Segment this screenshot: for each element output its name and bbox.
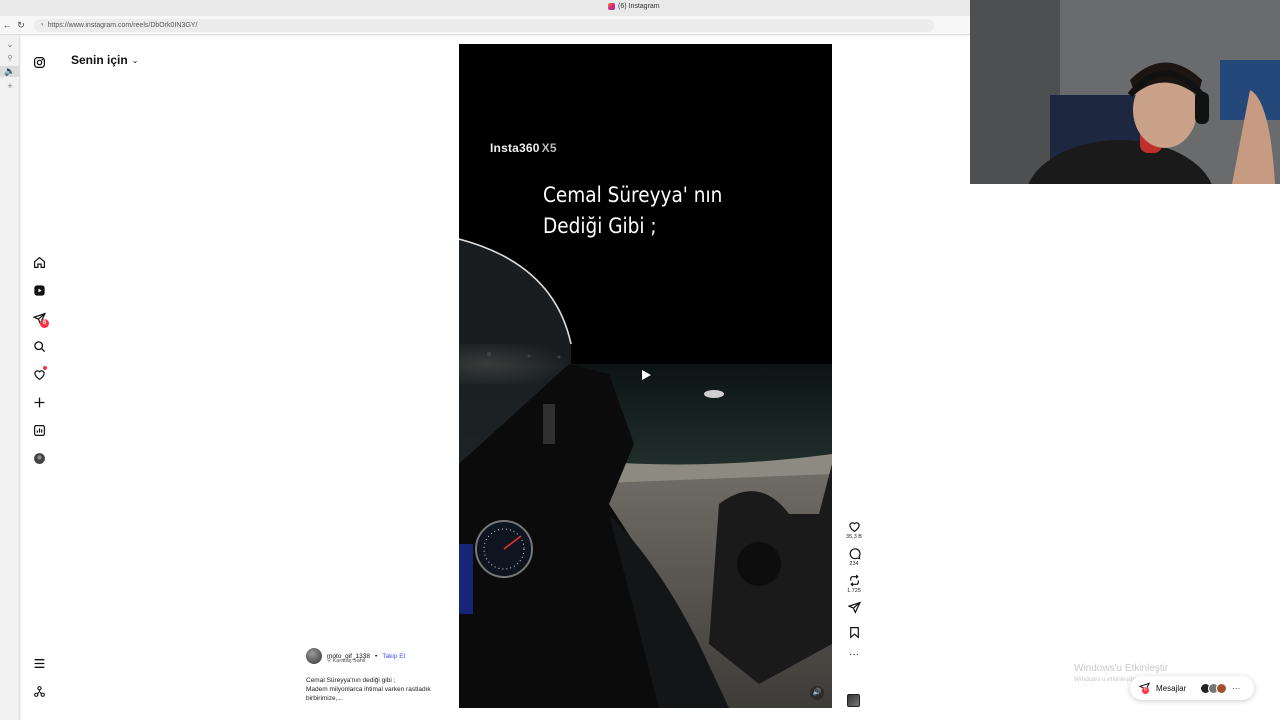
feed-title-label: Senin için — [71, 53, 128, 67]
audio-toggle-icon[interactable]: 🔊 — [810, 686, 824, 700]
reel-video[interactable]: Insta360 X5 Cemal Süreyya' nın Dediği Gib… — [459, 44, 832, 708]
notification-dot — [43, 366, 47, 370]
instagram-page: 6 Senin için ⌄ Insta360 X5 Cemal Süreyya… — [21, 36, 970, 720]
like-count: 35,3 B — [846, 534, 862, 540]
reels-icon[interactable] — [30, 281, 48, 299]
bookmark-icon — [849, 627, 859, 639]
separator-dot: • — [375, 652, 378, 660]
reload-icon[interactable]: ↻ — [14, 20, 28, 31]
audio-thumbnail[interactable] — [847, 694, 860, 707]
watermark-main: Insta360 — [490, 141, 540, 155]
share-icon — [847, 601, 861, 614]
comment-count: 234 — [849, 561, 859, 567]
webcam-overlay — [970, 0, 1280, 184]
conversation-avatars — [1200, 682, 1228, 694]
reel-caption[interactable]: Cemal Süreyya'nın dediği gibi ; Madem mi… — [306, 676, 456, 703]
home-icon[interactable] — [30, 253, 48, 271]
create-icon[interactable] — [30, 393, 48, 411]
right-blank-area — [970, 184, 1280, 720]
back-icon[interactable]: ← — [0, 20, 14, 30]
notifications-icon[interactable] — [30, 365, 48, 383]
messages-badge: 6 — [40, 319, 49, 328]
avatar — [1216, 682, 1228, 694]
chevron-down-icon: ⌄ — [131, 55, 139, 65]
location-pin-icon: ⚲ — [327, 658, 332, 664]
tab-title: (6) Instagram — [618, 3, 660, 10]
activation-title: Windows'u Etkinleştir — [1074, 663, 1169, 674]
location-label: Karataş Sahil — [332, 658, 366, 664]
instagram-favicon-icon — [608, 3, 615, 10]
repost-icon — [849, 574, 859, 587]
caption-line-1: Cemal Süreyya'nın dediği gibi ; — [306, 677, 396, 684]
play-icon[interactable] — [640, 369, 652, 381]
comment-icon — [849, 548, 861, 560]
repost-count: 1.725 — [847, 588, 861, 594]
overlay-line-1: Cemal Süreyya' nın — [543, 183, 723, 207]
address-bar-row: ← ↻ ◑ https://www.instagram.com/reels/Db… — [0, 16, 970, 35]
menu-icon[interactable] — [30, 654, 48, 672]
repost-button[interactable]: 1.725 — [841, 574, 867, 594]
messages-label: Mesajlar — [1156, 683, 1187, 693]
sidebar-nav: 6 — [21, 36, 57, 720]
browser-titlebar: (6) Instagram — [0, 0, 970, 16]
audio-tab-icon[interactable]: 🔈 — [0, 66, 20, 77]
webcam-image — [970, 0, 1280, 184]
collapse-icon[interactable]: ⌄ — [0, 39, 20, 50]
feed-selector[interactable]: Senin için ⌄ — [71, 53, 138, 67]
video-text-overlay: Cemal Süreyya' nın Dediği Gibi ; — [543, 180, 722, 242]
reel-author-info: moto_gif_1338 • Takip Et ⚲ Karataş Sahil… — [306, 648, 456, 703]
meta-icon[interactable] — [30, 682, 48, 700]
author-avatar[interactable] — [306, 648, 322, 664]
browser-side-strip: ⌄ ⚲ 🔈 + — [0, 35, 20, 720]
messages-dock-icon: 6 — [1138, 682, 1151, 694]
browser-tab[interactable]: (6) Instagram — [608, 3, 660, 10]
more-options-icon[interactable]: ··· — [841, 650, 867, 660]
follow-button[interactable]: Takip Et — [382, 653, 405, 660]
url-field[interactable]: ◑ https://www.instagram.com/reels/DbOrk0… — [34, 18, 934, 32]
search-icon[interactable] — [30, 337, 48, 355]
instagram-icon[interactable] — [30, 53, 48, 71]
messages-icon[interactable]: 6 — [30, 309, 49, 328]
overlay-line-2: Dediği Gibi ; — [543, 214, 657, 238]
watermark-sub: X5 — [541, 141, 557, 155]
comment-button[interactable]: 234 — [841, 547, 867, 567]
caption-line-3: birbirimize,... — [306, 695, 343, 702]
save-button[interactable] — [841, 626, 867, 639]
like-button[interactable]: 35,3 B — [841, 520, 867, 540]
heart-icon — [848, 522, 860, 533]
caption-line-2: Madem milyonlarca ihtimal varken rastlad… — [306, 686, 431, 693]
share-button[interactable] — [841, 601, 867, 614]
profile-icon[interactable] — [30, 449, 48, 467]
messages-dock-badge: 6 — [1142, 687, 1149, 694]
insta360-watermark: Insta360 X5 — [490, 141, 557, 155]
new-tab-icon[interactable]: + — [0, 81, 20, 91]
url-text: https://www.instagram.com/reels/DbOrk0IN… — [47, 21, 198, 29]
messages-dock[interactable]: 6 Mesajlar ··· — [1130, 676, 1254, 700]
screen: (6) Instagram ← ↻ ◑ https://www.instagra… — [0, 0, 1280, 720]
site-info-icon[interactable]: ◑ — [40, 19, 44, 32]
reel-actions: 35,3 B 234 1.725 ··· — [841, 520, 867, 666]
search-tab-icon[interactable]: ⚲ — [0, 54, 20, 62]
more-icon: ··· — [1232, 683, 1241, 693]
dashboard-icon[interactable] — [30, 421, 48, 439]
